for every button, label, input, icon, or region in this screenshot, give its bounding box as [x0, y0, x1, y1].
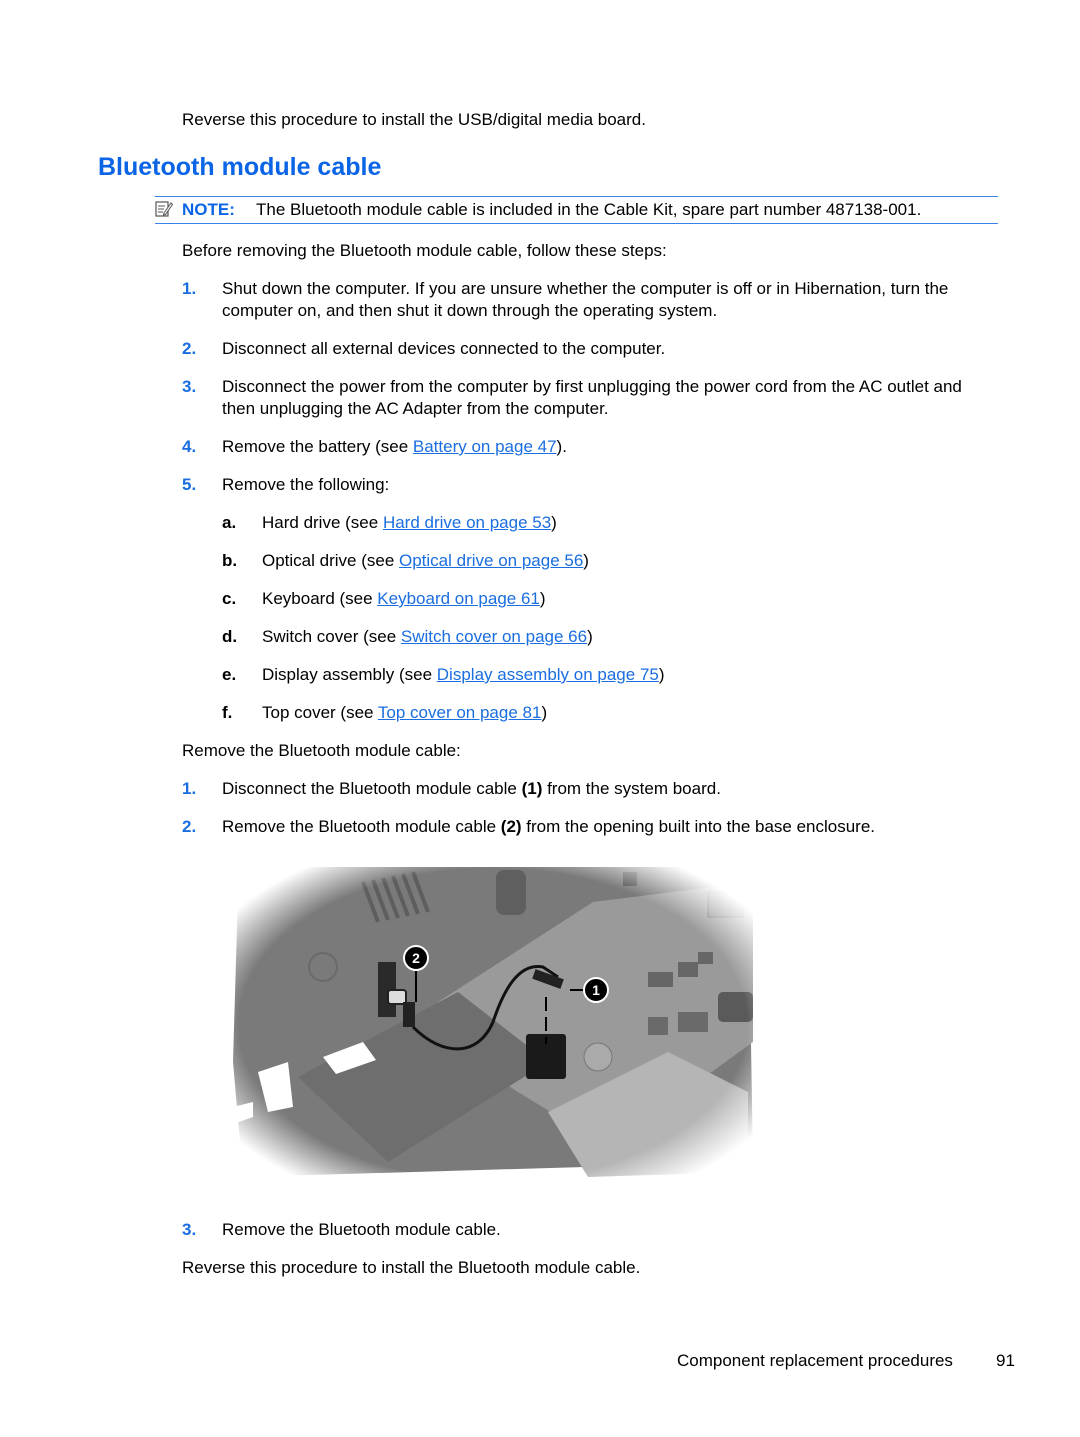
step-text-pre: Remove the Bluetooth module cable: [222, 817, 501, 836]
step-number: 5.: [182, 475, 197, 494]
note-box: NOTE: The Bluetooth module cable is incl…: [155, 196, 998, 224]
battery-link[interactable]: Battery on page 47: [413, 437, 557, 456]
sub-step-pre: Switch cover (see: [262, 627, 401, 646]
sub-step-pre: Keyboard (see: [262, 589, 378, 608]
note-text: The Bluetooth module cable is included i…: [256, 200, 922, 219]
step-text: Remove the following:: [222, 475, 390, 494]
section-title: Bluetooth module cable: [98, 153, 382, 181]
sub-step-letter: b.: [222, 551, 238, 570]
step-number: 1.: [182, 779, 197, 798]
remove-intro: Remove the Bluetooth module cable:: [182, 741, 461, 760]
optical-drive-link[interactable]: Optical drive on page 56: [399, 551, 583, 570]
step-text-pre: Remove the battery (see: [222, 437, 413, 456]
callout-ref: (2): [500, 817, 522, 836]
hard-drive-link[interactable]: Hard drive on page 53: [383, 513, 551, 532]
step-text: Remove the battery (see Battery on page …: [222, 437, 567, 457]
step-text-pre: Disconnect the Bluetooth module cable: [222, 779, 522, 798]
step-text: Disconnect the power from the computer b…: [222, 377, 962, 396]
step-number: 3.: [182, 377, 197, 396]
sub-step-pre: Optical drive (see: [262, 551, 399, 570]
sub-step-letter: e.: [222, 665, 237, 684]
intro-text: Reverse this procedure to install the US…: [182, 110, 646, 129]
sub-step-letter: c.: [222, 589, 237, 608]
bluetooth-cable-figure: 2 1: [228, 862, 758, 1187]
callout-ref: (1): [521, 779, 543, 798]
switch-cover-link[interactable]: Switch cover on page 66: [401, 627, 587, 646]
step-text-post: from the opening built into the base enc…: [521, 817, 876, 836]
step-text: Shut down the computer. If you are unsur…: [222, 279, 949, 298]
sub-step-pre: Top cover (see: [262, 703, 378, 722]
step-number: 2.: [182, 817, 197, 836]
sub-step-letter: d.: [222, 627, 238, 646]
sub-step-post: ): [539, 589, 546, 608]
sub-step-text: Display assembly (see Display assembly o…: [262, 665, 665, 685]
footer-section: Component replacement procedures: [677, 1351, 953, 1370]
top-cover-link[interactable]: Top cover on page 81: [378, 703, 542, 722]
step-number: 2.: [182, 339, 197, 358]
sub-step-letter: a.: [222, 513, 237, 532]
sub-step-post: ): [658, 665, 665, 684]
sub-step-post: ): [583, 551, 589, 570]
step-text-cont: then unplugging the AC Adapter from the …: [222, 399, 609, 418]
step-text: Disconnect the Bluetooth module cable (1…: [222, 779, 721, 799]
sub-step-text: Optical drive (see Optical drive on page…: [262, 551, 589, 571]
step-number: 3.: [182, 1220, 197, 1239]
step-text-cont: computer on, and then shut it down throu…: [222, 301, 718, 320]
sub-step-pre: Hard drive (see: [262, 513, 383, 532]
note-label: NOTE:: [182, 200, 235, 219]
sub-step-post: ): [587, 627, 593, 646]
sub-step-text: Hard drive (see Hard drive on page 53): [262, 513, 557, 533]
outro-text: Reverse this procedure to install the Bl…: [182, 1258, 641, 1277]
sub-step-post: ): [551, 513, 557, 532]
step-text-post: from the system board.: [542, 779, 721, 798]
sub-step-text: Top cover (see Top cover on page 81): [262, 703, 547, 723]
step-number: 1.: [182, 279, 197, 298]
step-text: Disconnect all external devices connecte…: [222, 339, 666, 358]
step-text: Remove the Bluetooth module cable.: [222, 1220, 501, 1239]
step-text: Remove the Bluetooth module cable (2) fr…: [222, 817, 875, 837]
display-assembly-link[interactable]: Display assembly on page 75: [437, 665, 659, 684]
sub-step-post: ): [541, 703, 548, 722]
before-text: Before removing the Bluetooth module cab…: [182, 241, 667, 260]
note-pencil-icon: [155, 200, 174, 218]
step-text-post: ).: [556, 437, 567, 456]
sub-step-text: Keyboard (see Keyboard on page 61): [262, 589, 546, 609]
sub-step-letter: f.: [222, 703, 233, 722]
sub-step-text: Switch cover (see Switch cover on page 6…: [262, 627, 593, 647]
step-number: 4.: [182, 437, 197, 456]
page-number: 91: [996, 1351, 1015, 1370]
sub-step-pre: Display assembly (see: [262, 665, 437, 684]
keyboard-link[interactable]: Keyboard on page 61: [377, 589, 540, 608]
